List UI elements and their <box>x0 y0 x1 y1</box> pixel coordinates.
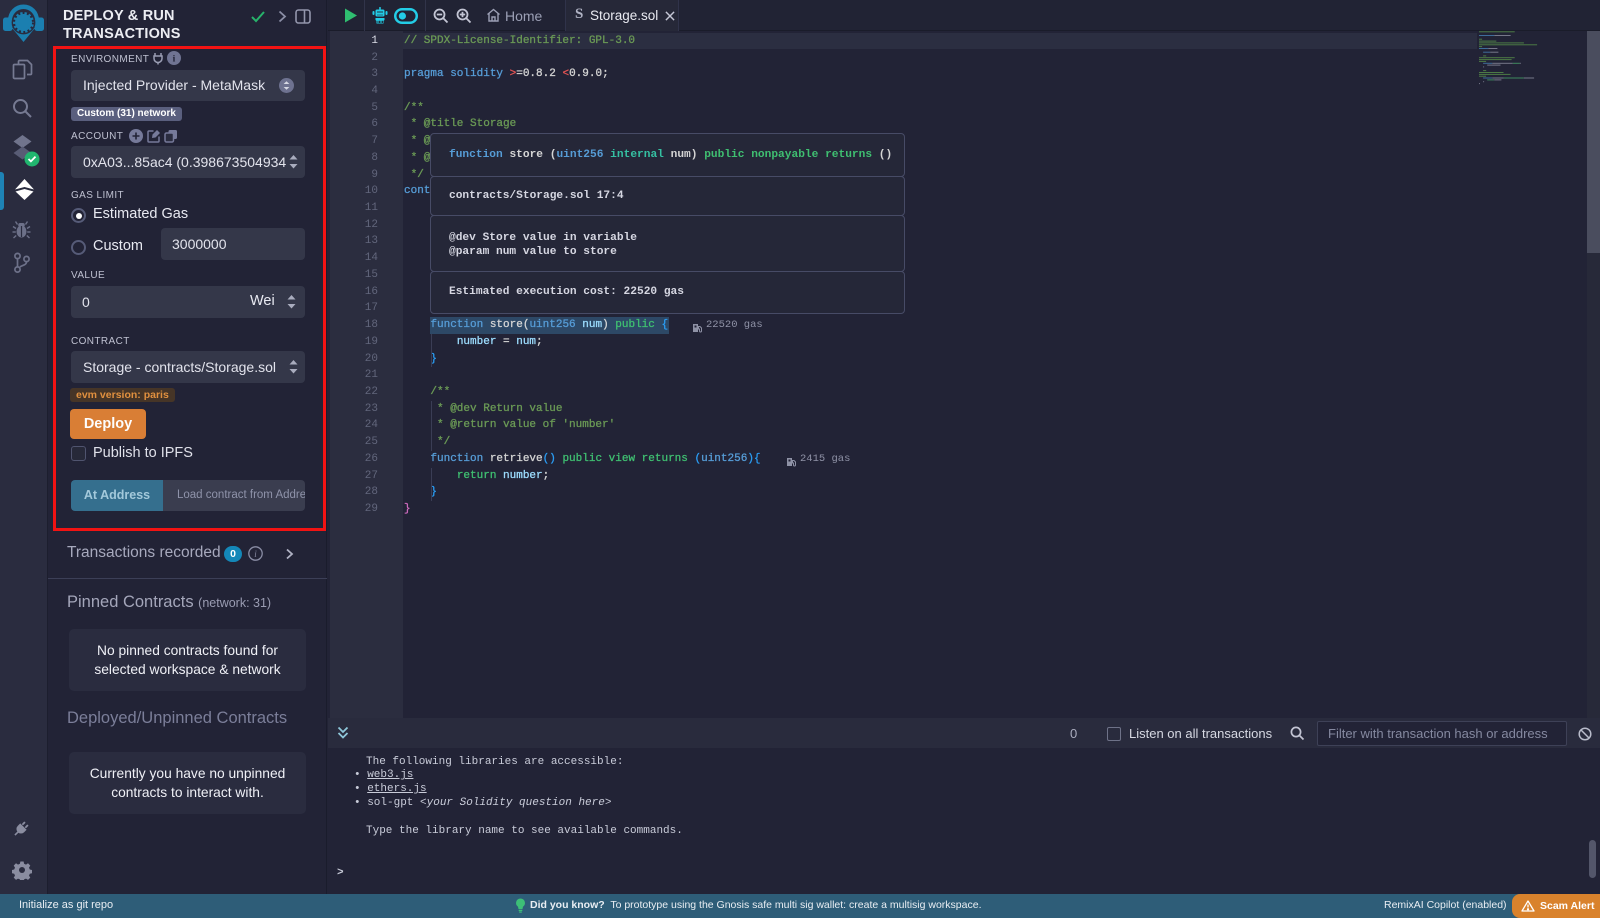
svg-text:i: i <box>254 549 257 559</box>
svg-text:i: i <box>173 54 176 64</box>
